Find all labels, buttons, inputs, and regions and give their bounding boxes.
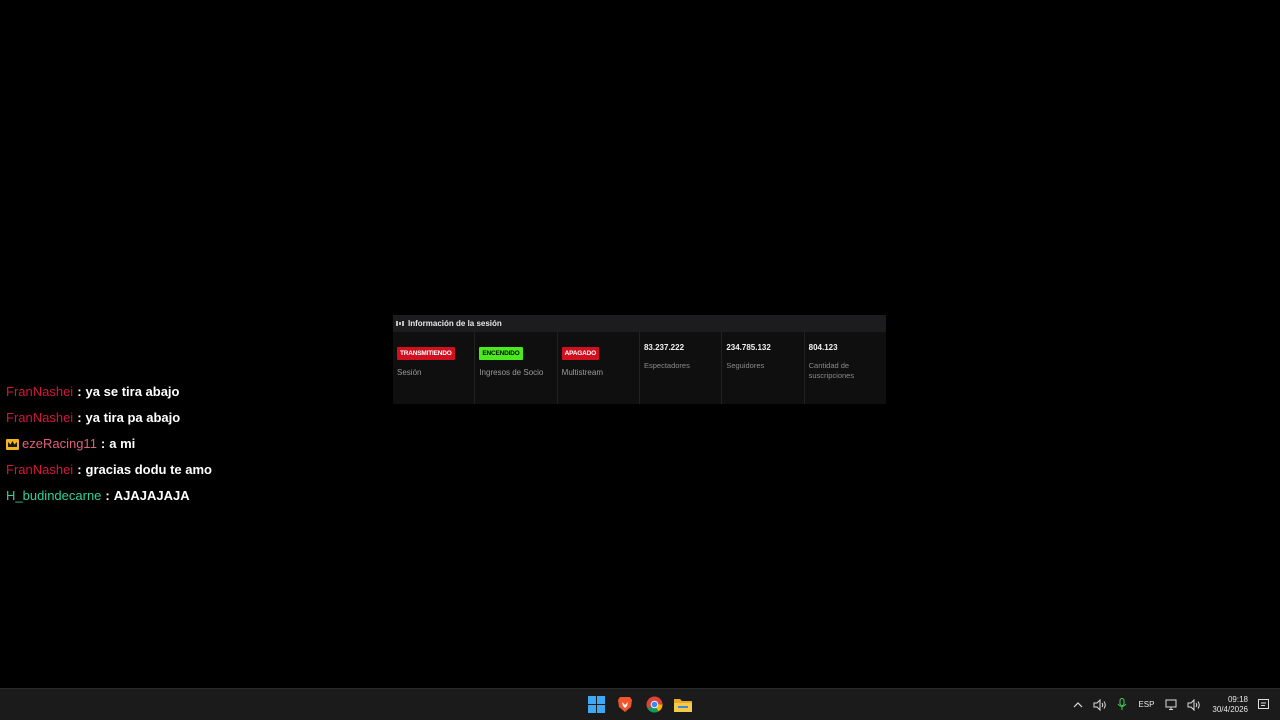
session-info-header: Información de la sesión	[393, 315, 886, 332]
chat-text: ya tira pa abajo	[85, 409, 181, 425]
clock-time: 09:18	[1227, 694, 1248, 704]
crown-icon	[6, 438, 19, 450]
chat-separator: :	[77, 383, 82, 399]
volume-icon[interactable]	[1184, 695, 1204, 715]
chat-username: FranNashei	[6, 409, 74, 425]
followers-value: 234.785.132	[726, 343, 771, 352]
chrome-icon[interactable]	[643, 693, 665, 715]
notification-icon[interactable]	[1254, 695, 1274, 715]
partner-income-badge: ENCENDIDO	[479, 347, 523, 360]
subscriptions-cell: 804.123 Cantidad de suscripciones	[805, 332, 886, 404]
chat-message: H_budindecarne : AJAJAJAJA	[6, 482, 386, 508]
clock-date: 30/4/2026	[1212, 704, 1248, 714]
chat-message: FranNashei : ya tira pa abajo	[6, 404, 386, 430]
session-info-title: Información de la sesión	[408, 319, 502, 328]
chat-message: FranNashei : gracias dodu te amo	[6, 456, 386, 482]
session-status-cell: TRANSMITIENDO Sesión	[393, 332, 476, 404]
multistream-badge: APAGADO	[561, 347, 599, 360]
chat-separator: :	[105, 487, 110, 503]
chat-text: ya se tira abajo	[85, 383, 180, 399]
chat-username: ezeRacing11	[22, 435, 97, 451]
multistream-label: Multistream	[561, 368, 603, 377]
input-language[interactable]: ESP	[1138, 700, 1154, 709]
multistream-cell: APAGADO Multistream	[558, 332, 640, 404]
subscriptions-value: 804.123	[808, 343, 838, 352]
chevron-up-icon[interactable]	[1068, 695, 1088, 715]
partner-income-label: Ingresos de Socio	[479, 368, 544, 377]
chat-text: gracias dodu te amo	[85, 461, 212, 477]
brave-browser-icon[interactable]	[614, 693, 636, 715]
desktop-screen: Información de la sesión TRANSMITIENDO S…	[0, 0, 1280, 720]
chat-separator: :	[77, 461, 82, 477]
subscriptions-label: Cantidad de suscripciones	[808, 361, 855, 380]
chat-separator: :	[100, 435, 106, 451]
chat-message: ezeRacing11 : a mi	[6, 430, 386, 456]
viewers-label: Espectadores	[643, 361, 690, 370]
session-info-cells: TRANSMITIENDO Sesión ENCENDIDO Ingresos …	[393, 332, 886, 404]
file-explorer-icon[interactable]	[672, 693, 694, 715]
network-icon[interactable]	[1162, 695, 1182, 715]
system-tray: ESP 09:18 30/4/2026	[1066, 689, 1280, 720]
system-clock[interactable]: 09:18 30/4/2026	[1212, 695, 1248, 715]
partner-income-cell: ENCENDIDO Ingresos de Socio	[475, 332, 558, 404]
chat-text: AJAJAJAJA	[113, 487, 190, 503]
windows-start-icon[interactable]	[585, 693, 607, 715]
taskbar-apps	[585, 693, 694, 715]
session-status-label: Sesión	[397, 368, 422, 377]
chat-username: FranNashei	[6, 461, 74, 477]
followers-label: Seguidores	[726, 361, 765, 370]
chat-username: H_budindecarne	[6, 487, 102, 503]
viewers-cell: 83.237.222 Espectadores	[640, 332, 723, 404]
chat-separator: :	[77, 409, 82, 425]
followers-cell: 234.785.132 Seguidores	[722, 332, 805, 404]
viewers-value: 83.237.222	[643, 343, 685, 352]
microphone-icon[interactable]	[1112, 695, 1132, 715]
speaker-icon[interactable]	[1090, 695, 1110, 715]
chat-text: a mi	[109, 435, 136, 451]
taskbar: ESP 09:18 30/4/2026	[0, 688, 1280, 720]
chat-message: FranNashei : ya se tira abajo	[6, 378, 386, 404]
chat-overlay: FranNashei : ya se tira abajo FranNashei…	[6, 378, 386, 508]
panel-icon	[396, 320, 404, 328]
chat-username: FranNashei	[6, 383, 74, 399]
session-status-badge: TRANSMITIENDO	[397, 347, 455, 360]
session-info-panel: Información de la sesión TRANSMITIENDO S…	[393, 315, 886, 404]
